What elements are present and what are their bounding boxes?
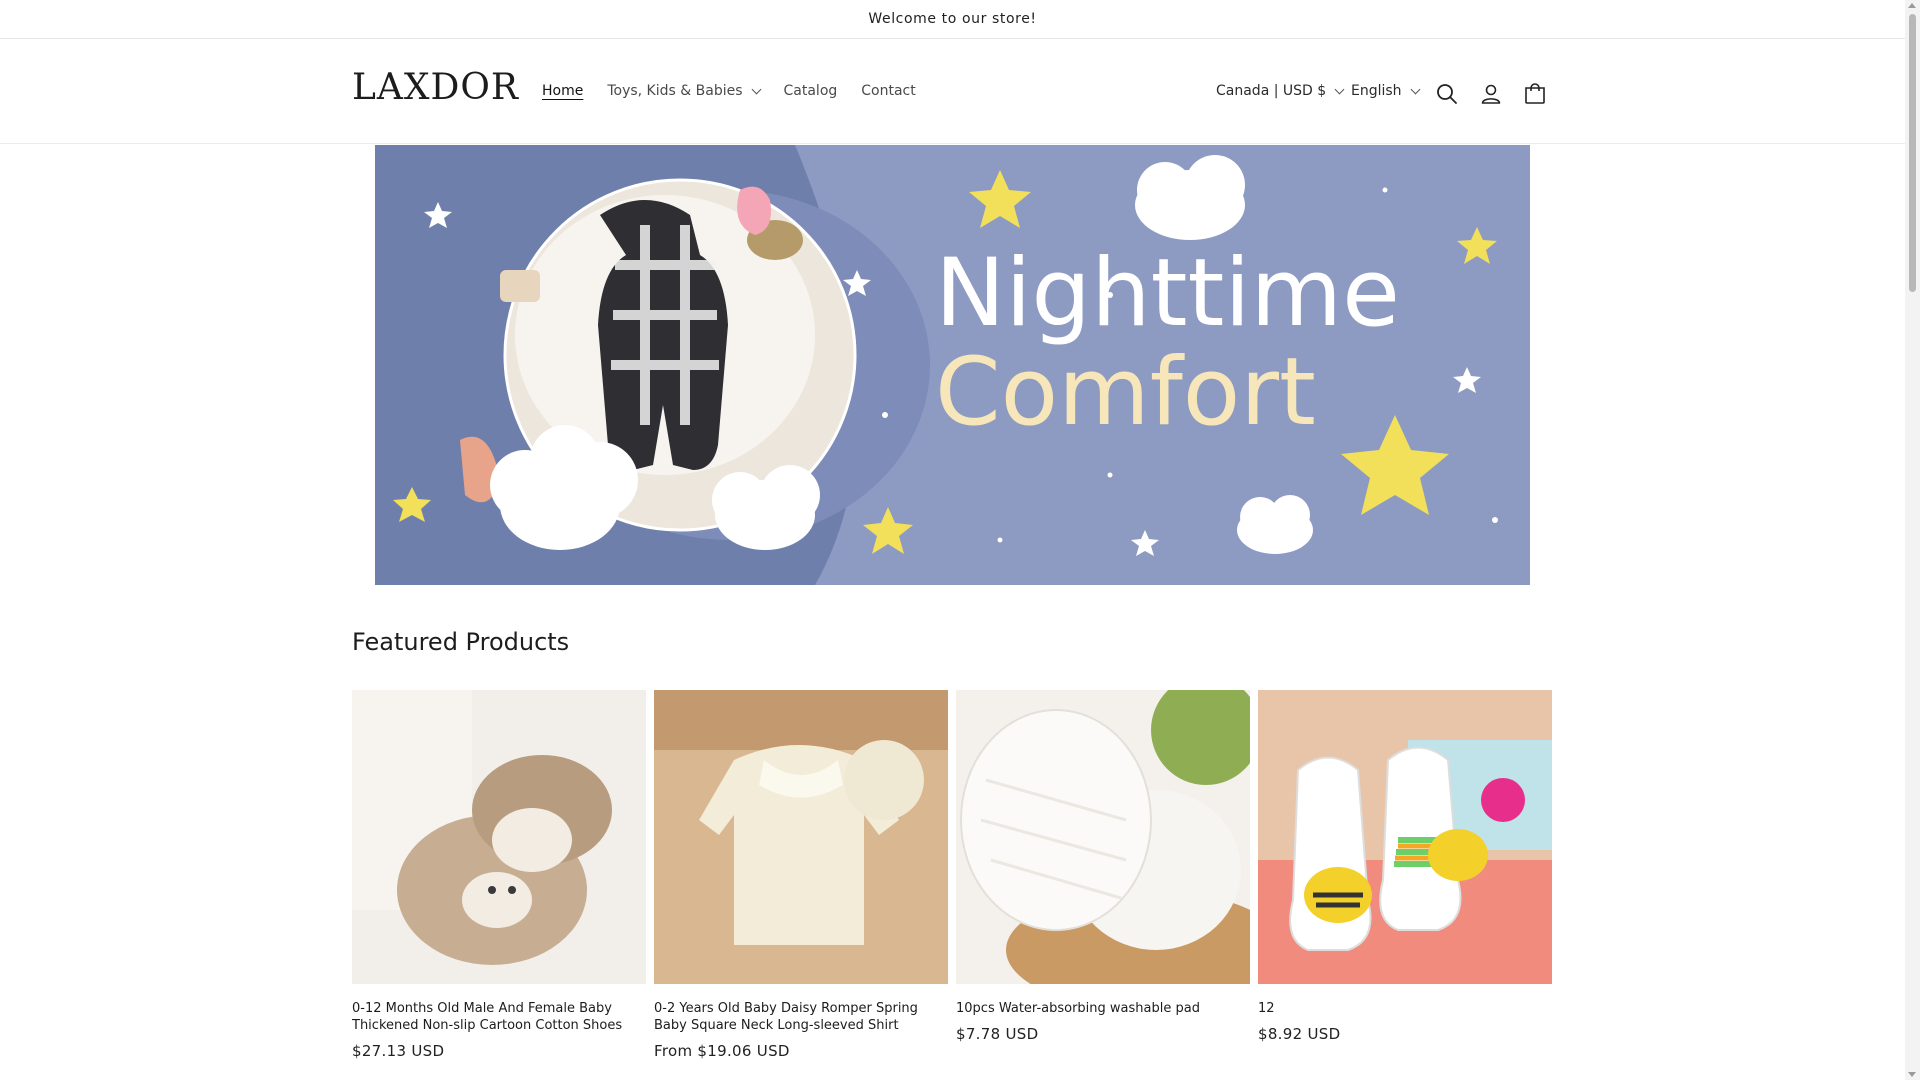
product-image-art bbox=[654, 690, 948, 984]
product-grid: 0-12 Months Old Male And Female Baby Thi… bbox=[352, 690, 1554, 1060]
product-price: $8.92 USD bbox=[1258, 1025, 1341, 1043]
search-icon bbox=[1437, 84, 1457, 104]
product-card[interactable]: 10pcs Water-absorbing washable pad $7.78… bbox=[956, 690, 1250, 1060]
product-card[interactable]: 12 $8.92 USD bbox=[1258, 690, 1552, 1060]
nav-item-contact[interactable]: Contact bbox=[861, 83, 915, 99]
chevron-down-icon bbox=[1410, 84, 1421, 94]
chevron-down-icon bbox=[1334, 84, 1345, 94]
section-title-featured: Featured Products bbox=[352, 628, 570, 656]
product-title[interactable]: 0-2 Years Old Baby Daisy Romper Spring B… bbox=[654, 1000, 948, 1034]
scroll-up-arrow-icon[interactable] bbox=[1908, 3, 1916, 8]
product-price: $27.13 USD bbox=[352, 1042, 445, 1060]
search-button[interactable] bbox=[1432, 79, 1462, 109]
account-button[interactable] bbox=[1476, 79, 1506, 109]
product-image-art bbox=[352, 690, 646, 984]
language-selector-label: English bbox=[1351, 83, 1402, 99]
hero-banner[interactable]: Nighttime Comfort bbox=[375, 145, 1530, 585]
scrollbar-thumb[interactable] bbox=[1909, 14, 1916, 292]
main-nav: Home Toys, Kids & Babies Catalog Contact bbox=[542, 83, 940, 99]
announcement-text: Welcome to our store! bbox=[868, 11, 1037, 27]
product-image-art bbox=[1258, 690, 1552, 984]
page-scrollbar[interactable] bbox=[1905, 0, 1920, 1080]
product-price: $7.78 USD bbox=[956, 1025, 1039, 1043]
banner-line-2: Comfort bbox=[935, 337, 1316, 447]
nav-item-label: Catalog bbox=[783, 83, 838, 99]
nav-item-toys-kids-babies[interactable]: Toys, Kids & Babies bbox=[607, 83, 761, 99]
country-selector-label: Canada | USD $ bbox=[1216, 83, 1327, 99]
product-title[interactable]: 12 bbox=[1258, 1000, 1552, 1017]
product-image-bee-socks[interactable] bbox=[1258, 690, 1552, 984]
store-logo[interactable]: LAXDOR bbox=[352, 67, 519, 108]
nav-item-catalog[interactable]: Catalog bbox=[784, 83, 838, 99]
product-image-art bbox=[956, 690, 1250, 984]
site-header: LAXDOR Home Toys, Kids & Babies Catalog … bbox=[0, 39, 1905, 144]
cart-button[interactable] bbox=[1520, 79, 1550, 109]
product-image-baby-romper[interactable] bbox=[654, 690, 948, 984]
scroll-down-arrow-icon[interactable] bbox=[1908, 1072, 1916, 1077]
product-card[interactable]: 0-2 Years Old Baby Daisy Romper Spring B… bbox=[654, 690, 948, 1060]
product-image-washable-pad[interactable] bbox=[956, 690, 1250, 984]
nav-item-home[interactable]: Home bbox=[542, 83, 583, 99]
product-price: From $19.06 USD bbox=[654, 1042, 790, 1060]
nav-item-label: Home bbox=[542, 83, 584, 99]
nav-item-label: Toys, Kids & Babies bbox=[607, 83, 743, 99]
product-title[interactable]: 0-12 Months Old Male And Female Baby Thi… bbox=[352, 1000, 646, 1034]
cart-icon bbox=[1525, 83, 1545, 104]
banner-headline: Nighttime Comfort bbox=[935, 239, 1400, 447]
announcement-bar: Welcome to our store! bbox=[0, 0, 1905, 39]
language-selector[interactable]: English bbox=[1351, 83, 1421, 99]
nav-item-label: Contact bbox=[861, 83, 916, 99]
product-card[interactable]: 0-12 Months Old Male And Female Baby Thi… bbox=[352, 690, 646, 1060]
country-selector[interactable]: Canada | USD $ bbox=[1216, 83, 1345, 99]
product-title[interactable]: 10pcs Water-absorbing washable pad bbox=[956, 1000, 1250, 1017]
banner-line-1: Nighttime bbox=[935, 239, 1400, 348]
product-image-baby-shoes[interactable] bbox=[352, 690, 646, 984]
chevron-down-icon bbox=[751, 84, 761, 94]
account-icon bbox=[1481, 84, 1501, 104]
